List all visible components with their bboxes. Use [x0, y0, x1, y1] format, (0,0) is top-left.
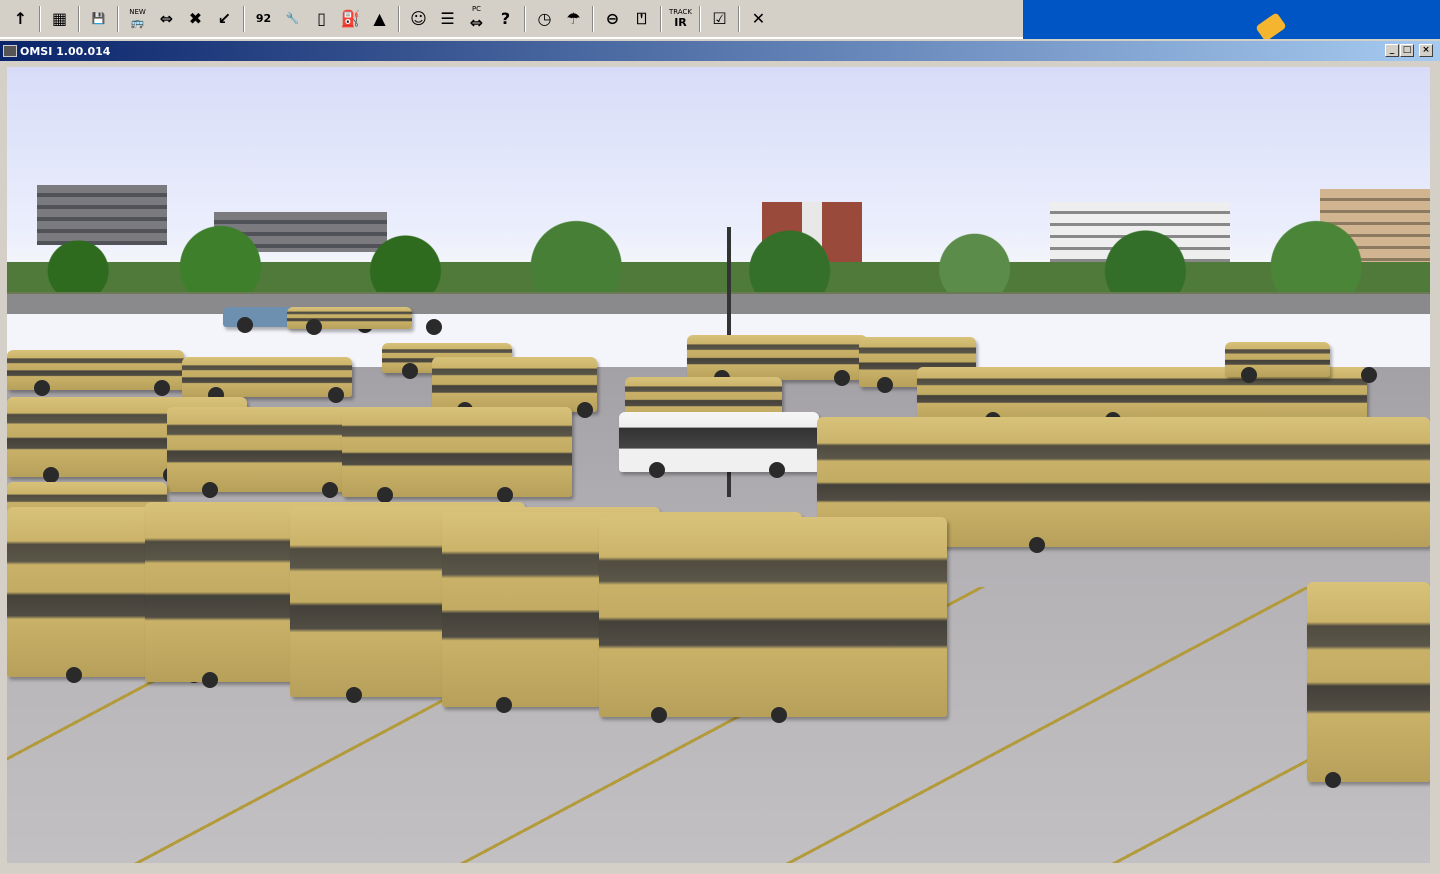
pc-driver-switch-button[interactable]: PC ⇔: [464, 4, 490, 32]
minimize-button[interactable]: _: [1385, 44, 1399, 57]
driver-button[interactable]: ☺: [406, 6, 432, 32]
pointer-icon: ↙: [217, 9, 232, 28]
bus-front-button[interactable]: ▯: [309, 6, 335, 32]
switch-bus-icon: ⇔: [159, 9, 174, 28]
bus: [599, 517, 947, 723]
desktop-background: [1023, 0, 1440, 39]
checkbox-options-button[interactable]: ☑: [707, 6, 733, 32]
route-number-icon: 92: [255, 12, 272, 25]
wrench-icon: 🔧: [285, 12, 300, 25]
pointer-button[interactable]: ↙: [212, 6, 238, 32]
bus: [342, 407, 572, 503]
toolbar-separator: [78, 5, 80, 32]
bus: [287, 307, 412, 335]
close-x-button[interactable]: ✕: [746, 6, 772, 32]
app-icon: [3, 45, 17, 57]
bus: [1307, 582, 1430, 788]
toolbar-separator: [524, 5, 526, 32]
clock-button[interactable]: ◷: [532, 6, 558, 32]
wrench-button[interactable]: 🔧: [280, 6, 306, 32]
toolbar-separator: [117, 5, 119, 32]
map-button[interactable]: ▦: [47, 6, 73, 32]
help-arrow-icon: ?: [500, 9, 511, 28]
steering-wheel-button[interactable]: ⊖: [600, 6, 626, 32]
close-button[interactable]: ×: [1419, 44, 1433, 57]
driver-icon: ☺: [410, 9, 427, 28]
fuel-pump-button[interactable]: ⛽: [338, 6, 364, 32]
map-icon: ▦: [51, 9, 68, 28]
window-title: OMSI 1.00.014: [20, 44, 111, 58]
bell-button[interactable]: ▲: [367, 6, 393, 32]
close-x-icon: ✕: [751, 9, 766, 28]
timetable-icon: ☰: [440, 9, 455, 28]
route-number-button[interactable]: 92: [251, 6, 277, 32]
toolbar-icon-label: NEW: [129, 7, 146, 16]
bus: [182, 357, 352, 403]
toolbar-icon-label: TRACK: [669, 7, 692, 16]
road: [7, 292, 1430, 314]
trackir-button[interactable]: TRACK IR: [668, 6, 694, 32]
pc-driver-switch-icon: ⇔: [469, 12, 484, 32]
toolbar-separator: [39, 5, 41, 32]
weather-button[interactable]: ☂: [561, 6, 587, 32]
trackir-icon: IR: [674, 15, 687, 29]
pencil-icon: [1255, 12, 1287, 39]
bus: [1225, 342, 1330, 383]
new-bus-icon: 🚌: [130, 15, 145, 29]
timetable-button[interactable]: ☰: [435, 6, 461, 32]
bus: [432, 357, 597, 418]
new-bus-button[interactable]: NEW 🚌: [125, 6, 151, 32]
bus: [7, 350, 184, 396]
mouse-icon: ⍞: [636, 8, 647, 28]
save-icon: 💾: [91, 12, 106, 25]
toolbar-separator: [660, 5, 662, 32]
delete-bus-button[interactable]: ✖: [183, 6, 209, 32]
toolbar-separator: [699, 5, 701, 32]
up-arrow-icon: ↑: [13, 9, 28, 28]
toolbar: ↑ ▦ 💾 NEW 🚌 ⇔ ✖ ↙ 92 🔧 ▯ ⛽ ▲ ☺ ☰ PC ⇔? ◷ ☂ ⊖ ⍞ TRACK IR ☑ ✕: [0, 0, 1023, 39]
mouse-button[interactable]: ⍞: [629, 6, 655, 32]
delete-bus-icon: ✖: [188, 9, 203, 28]
toolbar-separator: [592, 5, 594, 32]
toolbar-separator: [398, 5, 400, 32]
bell-icon: ▲: [373, 9, 386, 28]
help-arrow-button[interactable]: ?: [493, 6, 519, 32]
fuel-pump-icon: ⛽: [340, 9, 361, 28]
toolbar-icon-label: PC: [471, 4, 482, 13]
save-button[interactable]: 💾: [86, 6, 112, 32]
clock-icon: ◷: [537, 9, 552, 28]
selected-white-bus: [619, 412, 819, 478]
steering-wheel-icon: ⊖: [605, 9, 620, 28]
bus: [687, 335, 867, 386]
toolbar-separator: [243, 5, 245, 32]
up-arrow-button[interactable]: ↑: [8, 6, 34, 32]
toolbar-separator: [738, 5, 740, 32]
title-bar: OMSI 1.00.014 _ □ ×: [0, 41, 1440, 61]
bus-front-icon: ▯: [317, 9, 326, 28]
switch-bus-button[interactable]: ⇔: [154, 6, 180, 32]
maximize-button[interactable]: □: [1400, 44, 1414, 57]
checkbox-options-icon: ☑: [712, 9, 727, 28]
3d-viewport[interactable]: [7, 67, 1430, 863]
weather-icon: ☂: [566, 9, 581, 28]
